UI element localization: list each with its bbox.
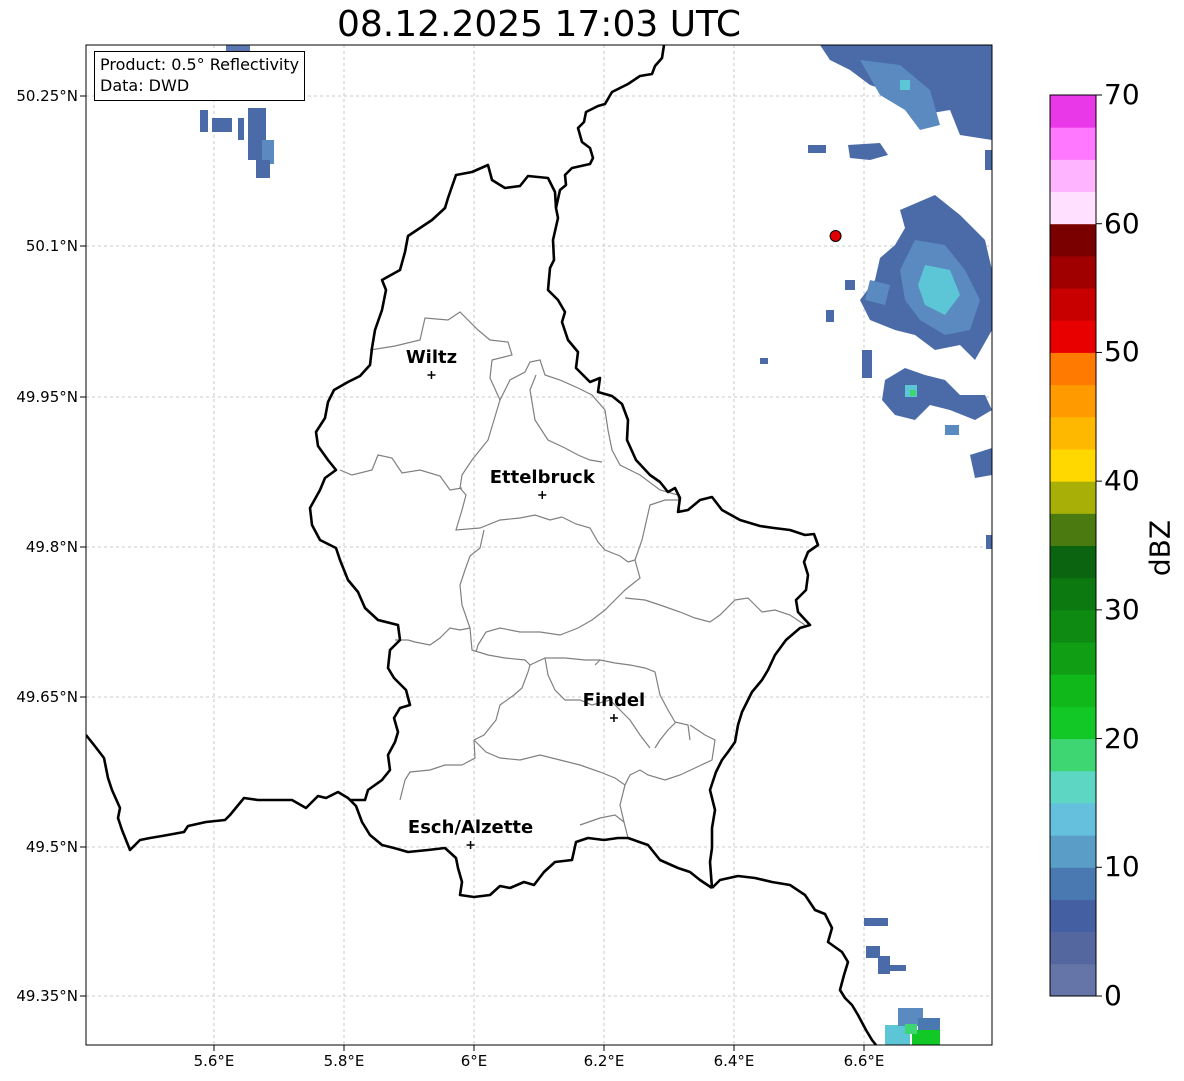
colorbar-tick-label: 10 <box>1104 850 1140 884</box>
colorbar-tick-label: 20 <box>1104 721 1140 755</box>
colorbar-segment <box>1050 835 1096 868</box>
map-background <box>86 45 992 1045</box>
product-info-box: Product: 0.5° Reflectivity Data: DWD <box>94 51 306 101</box>
city-label: Esch/Alzette <box>407 817 534 838</box>
lon-label: 6.6°E <box>843 1052 885 1070</box>
colorbar-segment <box>1050 223 1096 257</box>
product-text: Product: 0.5° Reflectivity <box>100 55 300 74</box>
colorbar-segment <box>1050 191 1096 225</box>
colorbar-tick-label: 0 <box>1104 979 1122 1012</box>
lat-label: 50.1°N <box>25 237 78 255</box>
lat-label: 49.5°N <box>25 838 78 856</box>
colorbar-segment <box>1050 448 1096 482</box>
colorbar-segment <box>1050 899 1096 933</box>
lat-label: 49.95°N <box>16 388 78 406</box>
colorbar-segment <box>1050 320 1096 353</box>
lat-label: 49.65°N <box>16 688 78 706</box>
colorbar-tick-label: 40 <box>1104 464 1140 498</box>
radar-map <box>80 44 1102 1051</box>
lon-label: 6.4°E <box>713 1052 755 1070</box>
colorbar <box>1050 95 1096 997</box>
colorbar-tick-label: 70 <box>1104 78 1140 111</box>
colorbar-label: dBZ <box>1143 519 1177 577</box>
colorbar-segment <box>1050 127 1096 160</box>
lat-label: 49.8°N <box>25 538 78 556</box>
colorbar-segment <box>1050 159 1096 193</box>
city-label: Findel <box>582 690 646 711</box>
colorbar-segment <box>1050 416 1096 450</box>
city-label: Ettelbruck <box>489 467 595 488</box>
radar-site-marker <box>829 230 842 242</box>
lat-label: 50.25°N <box>16 87 78 105</box>
colorbar-segment <box>1050 481 1096 514</box>
colorbar-segment <box>1050 931 1096 965</box>
colorbar-segment <box>1050 706 1096 740</box>
colorbar-segment <box>1050 802 1096 836</box>
colorbar-tick-label: 30 <box>1104 592 1140 626</box>
colorbar-tick-marks <box>1096 94 1102 997</box>
colorbar-segment <box>1050 545 1096 579</box>
lon-label: 6°E <box>460 1052 488 1070</box>
colorbar-tick-label: 50 <box>1104 335 1140 369</box>
colorbar-segment <box>1050 255 1096 289</box>
colorbar-segment <box>1050 867 1096 900</box>
colorbar-segment <box>1050 288 1096 321</box>
colorbar-segment <box>1050 352 1096 386</box>
colorbar-segment <box>1050 513 1096 546</box>
city-label: Wiltz <box>405 347 458 368</box>
lon-label: 5.8°E <box>323 1052 365 1070</box>
colorbar-segment <box>1050 770 1096 804</box>
lon-label: 6.2°E <box>583 1052 625 1070</box>
colorbar-segment <box>1050 95 1096 128</box>
colorbar-tick-label: 60 <box>1104 206 1140 240</box>
colorbar-segment <box>1050 963 1096 997</box>
colorbar-segment <box>1050 674 1096 707</box>
lon-label: 5.6°E <box>193 1052 235 1070</box>
colorbar-segment <box>1050 738 1096 772</box>
colorbar-segment <box>1050 642 1096 675</box>
colorbar-segment <box>1050 609 1096 643</box>
data-source-text: Data: DWD <box>100 76 190 95</box>
lat-label: 49.35°N <box>16 987 78 1005</box>
colorbar-segment <box>1050 577 1096 611</box>
colorbar-segment <box>1050 384 1096 418</box>
